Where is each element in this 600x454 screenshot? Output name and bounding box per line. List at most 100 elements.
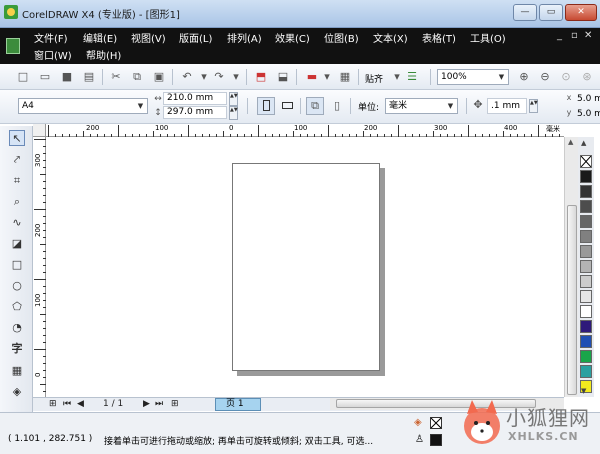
add-page-before-icon[interactable]: ⊞ (49, 399, 57, 409)
menu-bitmaps[interactable]: 位图(B) (324, 30, 359, 45)
landscape-button[interactable] (278, 97, 296, 115)
all-pages-button[interactable]: ⧉ (306, 97, 324, 115)
outline-color-indicator[interactable] (430, 434, 442, 446)
maximize-button[interactable]: ▭ (539, 4, 563, 21)
color-swatch[interactable] (580, 305, 592, 318)
rectangle-tool-icon[interactable]: □ (9, 257, 25, 273)
smart-fill-tool-icon[interactable]: ◪ (9, 236, 25, 252)
coreldraw-app-icon[interactable] (4, 5, 18, 19)
mdi-minimize-button[interactable]: _ (557, 30, 562, 41)
table-tool-icon[interactable]: ▦ (9, 363, 25, 379)
color-swatch[interactable] (580, 200, 592, 213)
units-dropdown-icon[interactable]: ▼ (445, 100, 456, 112)
zoom-tool-icon[interactable]: ⌕ (9, 194, 25, 210)
redo-icon[interactable]: ↷ (212, 70, 226, 84)
undo-icon[interactable]: ↶ (180, 70, 194, 84)
undo-dropdown-icon[interactable]: ▾ (197, 70, 211, 84)
units-combo[interactable]: 毫米 ▼ (385, 98, 458, 114)
launcher-dropdown-icon[interactable]: ▾ (320, 70, 334, 84)
drawing-page[interactable] (232, 163, 380, 371)
color-swatch[interactable] (580, 320, 592, 333)
zoom-all-icon[interactable]: ⊛ (580, 70, 594, 84)
menu-window[interactable]: 窗口(W) (34, 47, 72, 62)
palette-scroll-down-icon[interactable]: ▼ (581, 387, 586, 395)
current-page-icon[interactable]: ▯ (330, 99, 344, 113)
zoom-in-icon[interactable]: ⊕ (517, 70, 531, 84)
next-page-icon[interactable]: ▶ (143, 399, 150, 409)
scroll-up-icon[interactable]: ▲ (568, 138, 573, 146)
color-swatch[interactable] (580, 245, 592, 258)
ellipse-tool-icon[interactable]: ○ (9, 278, 25, 294)
vertical-ruler[interactable]: 300 200 100 0 (33, 137, 46, 397)
color-swatch[interactable] (580, 215, 592, 228)
pick-tool-icon[interactable]: ↖ (9, 130, 25, 146)
menu-edit[interactable]: 编辑(E) (83, 30, 117, 45)
polygon-tool-icon[interactable]: ⬠ (9, 299, 25, 315)
freehand-tool-icon[interactable]: ∿ (9, 215, 25, 231)
first-page-icon[interactable]: ⏮ (63, 399, 71, 409)
basic-shapes-tool-icon[interactable]: ◔ (9, 320, 25, 336)
paste-icon[interactable]: ▣ (152, 70, 166, 84)
menu-effects[interactable]: 效果(C) (275, 30, 310, 45)
color-swatch[interactable] (580, 185, 592, 198)
crop-tool-icon[interactable]: ⌗ (9, 173, 25, 189)
menu-arrange[interactable]: 排列(A) (227, 30, 262, 45)
nudge-distance-field[interactable]: .1 mm (487, 98, 527, 114)
minimize-button[interactable]: — (513, 4, 537, 21)
paper-size-dropdown-icon[interactable]: ▼ (135, 100, 146, 112)
last-page-icon[interactable]: ⏭ (155, 399, 163, 409)
page-tab[interactable]: 页 1 (215, 398, 261, 411)
redo-dropdown-icon[interactable]: ▾ (229, 70, 243, 84)
color-swatch[interactable] (580, 260, 592, 273)
zoom-selected-icon[interactable]: ⊙ (559, 70, 573, 84)
add-page-after-icon[interactable]: ⊞ (171, 399, 179, 409)
fill-none-indicator[interactable] (430, 417, 442, 429)
new-document-icon[interactable]: □ (16, 70, 30, 84)
palette-scroll-up-icon[interactable]: ▲ (581, 139, 586, 147)
portrait-button[interactable] (257, 97, 275, 115)
application-launcher-icon[interactable]: ▬ (305, 70, 319, 84)
import-icon[interactable]: ⬒ (254, 70, 268, 84)
color-swatch[interactable] (580, 335, 592, 348)
height-spinner[interactable]: ▲▼ (229, 106, 238, 120)
duplicate-distance-x[interactable]: 5.0 m (577, 94, 600, 104)
cut-icon[interactable]: ✂ (109, 70, 123, 84)
width-spinner[interactable]: ▲▼ (229, 92, 238, 106)
snap-to-label[interactable]: 贴齐 (365, 72, 383, 85)
menu-tools[interactable]: 工具(O) (470, 30, 506, 45)
color-swatch[interactable] (580, 230, 592, 243)
print-icon[interactable]: ▤ (82, 70, 96, 84)
menu-table[interactable]: 表格(T) (422, 30, 456, 45)
paper-size-combo[interactable]: A4 ▼ (18, 98, 148, 114)
ruler-origin[interactable] (33, 124, 46, 137)
menu-text[interactable]: 文本(X) (373, 30, 408, 45)
options-icon[interactable]: ☰ (405, 70, 419, 84)
horizontal-ruler[interactable]: 200 100 0 100 200 300 400 毫米 (46, 124, 564, 137)
export-icon[interactable]: ⬓ (276, 70, 290, 84)
menu-file[interactable]: 文件(F) (34, 30, 68, 45)
snap-dropdown-icon[interactable]: ▾ (390, 70, 404, 84)
welcome-screen-icon[interactable]: ▦ (338, 70, 352, 84)
nudge-spinner[interactable]: ▲▼ (529, 99, 538, 113)
vertical-scroll-thumb[interactable] (567, 205, 577, 395)
page-width-field[interactable]: 210.0 mm (163, 92, 227, 105)
menu-view[interactable]: 视图(V) (131, 30, 166, 45)
menu-help[interactable]: 帮助(H) (86, 47, 121, 62)
page-height-field[interactable]: 297.0 mm (163, 106, 227, 119)
document-icon[interactable] (6, 38, 20, 54)
text-tool-icon[interactable]: 字 (9, 341, 25, 357)
shape-tool-icon[interactable]: ⤤ (9, 152, 25, 168)
zoom-dropdown-icon[interactable]: ▼ (496, 71, 507, 83)
previous-page-icon[interactable]: ◀ (77, 399, 84, 409)
vertical-scrollbar[interactable]: ▲ (564, 137, 578, 397)
color-swatch[interactable] (580, 365, 592, 378)
color-swatch[interactable] (580, 350, 592, 363)
open-folder-icon[interactable]: ▭ (38, 70, 52, 84)
save-icon[interactable]: ■ (60, 70, 74, 84)
mdi-restore-button[interactable]: ▫ (571, 30, 578, 41)
color-swatch[interactable] (580, 170, 592, 183)
duplicate-distance-y[interactable]: 5.0 m (577, 109, 600, 119)
color-swatch[interactable] (580, 275, 592, 288)
menu-layout[interactable]: 版面(L) (179, 30, 212, 45)
interactive-blend-tool-icon[interactable]: ◈ (9, 384, 25, 400)
